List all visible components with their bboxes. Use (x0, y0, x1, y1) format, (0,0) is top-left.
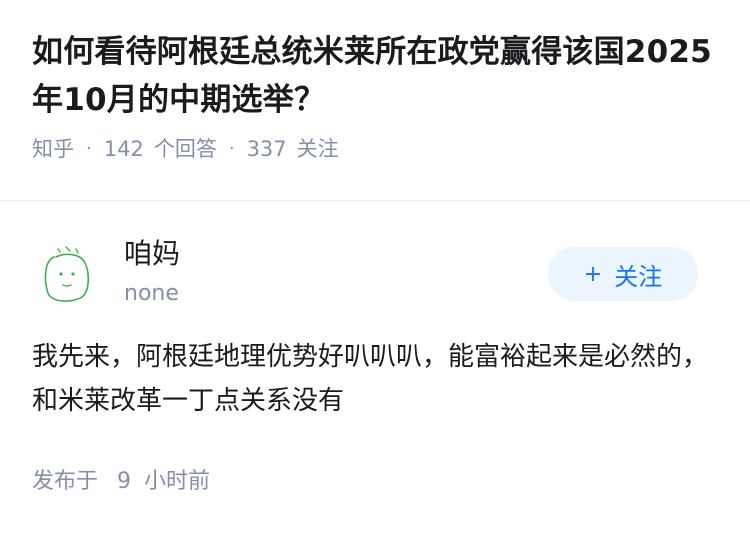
followers-count: 337 (246, 137, 287, 161)
answers-count: 142 (103, 137, 144, 161)
author-name[interactable]: 咱妈 (124, 235, 180, 273)
author-row: 咱妈 none + 关注 (0, 201, 750, 311)
time-unit: 小时前 (144, 469, 211, 494)
author-bio: none (124, 281, 179, 306)
meta-separator: · (228, 138, 235, 159)
meta-separator: · (86, 138, 92, 159)
source-label[interactable]: 知乎 (32, 134, 74, 164)
answer-content[interactable]: 我先来，阿根廷地理优势好叭叭叭，能富裕起来是必然的，和米莱改革一丁点关系没有 (32, 335, 722, 423)
time-value: 9 (117, 469, 132, 494)
follow-button-label: 关注 (614, 262, 663, 291)
question-meta: 知乎 · 142 个回答 · 337 关注 (32, 134, 718, 164)
time-prefix: 发布于 (32, 469, 99, 494)
doodle-face-icon (44, 246, 90, 302)
plus-icon: + (583, 261, 603, 287)
followers-label[interactable]: 关注 (297, 134, 339, 164)
question-title[interactable]: 如何看待阿根廷总统米莱所在政党赢得该国2025年10月的中期选举？ (32, 28, 718, 124)
follow-button[interactable]: + 关注 (548, 247, 698, 301)
question-header: 如何看待阿根廷总统米莱所在政党赢得该国2025年10月的中期选举？ 知乎 · 1… (0, 0, 750, 174)
avatar[interactable] (32, 241, 100, 309)
answers-label[interactable]: 个回答 (154, 134, 217, 164)
answer-card: 咱妈 none + 关注 我先来，阿根廷地理优势好叭叭叭，能富裕起来是必然的，和… (0, 201, 750, 494)
answer-time: 发布于 9 小时前 (32, 467, 210, 497)
